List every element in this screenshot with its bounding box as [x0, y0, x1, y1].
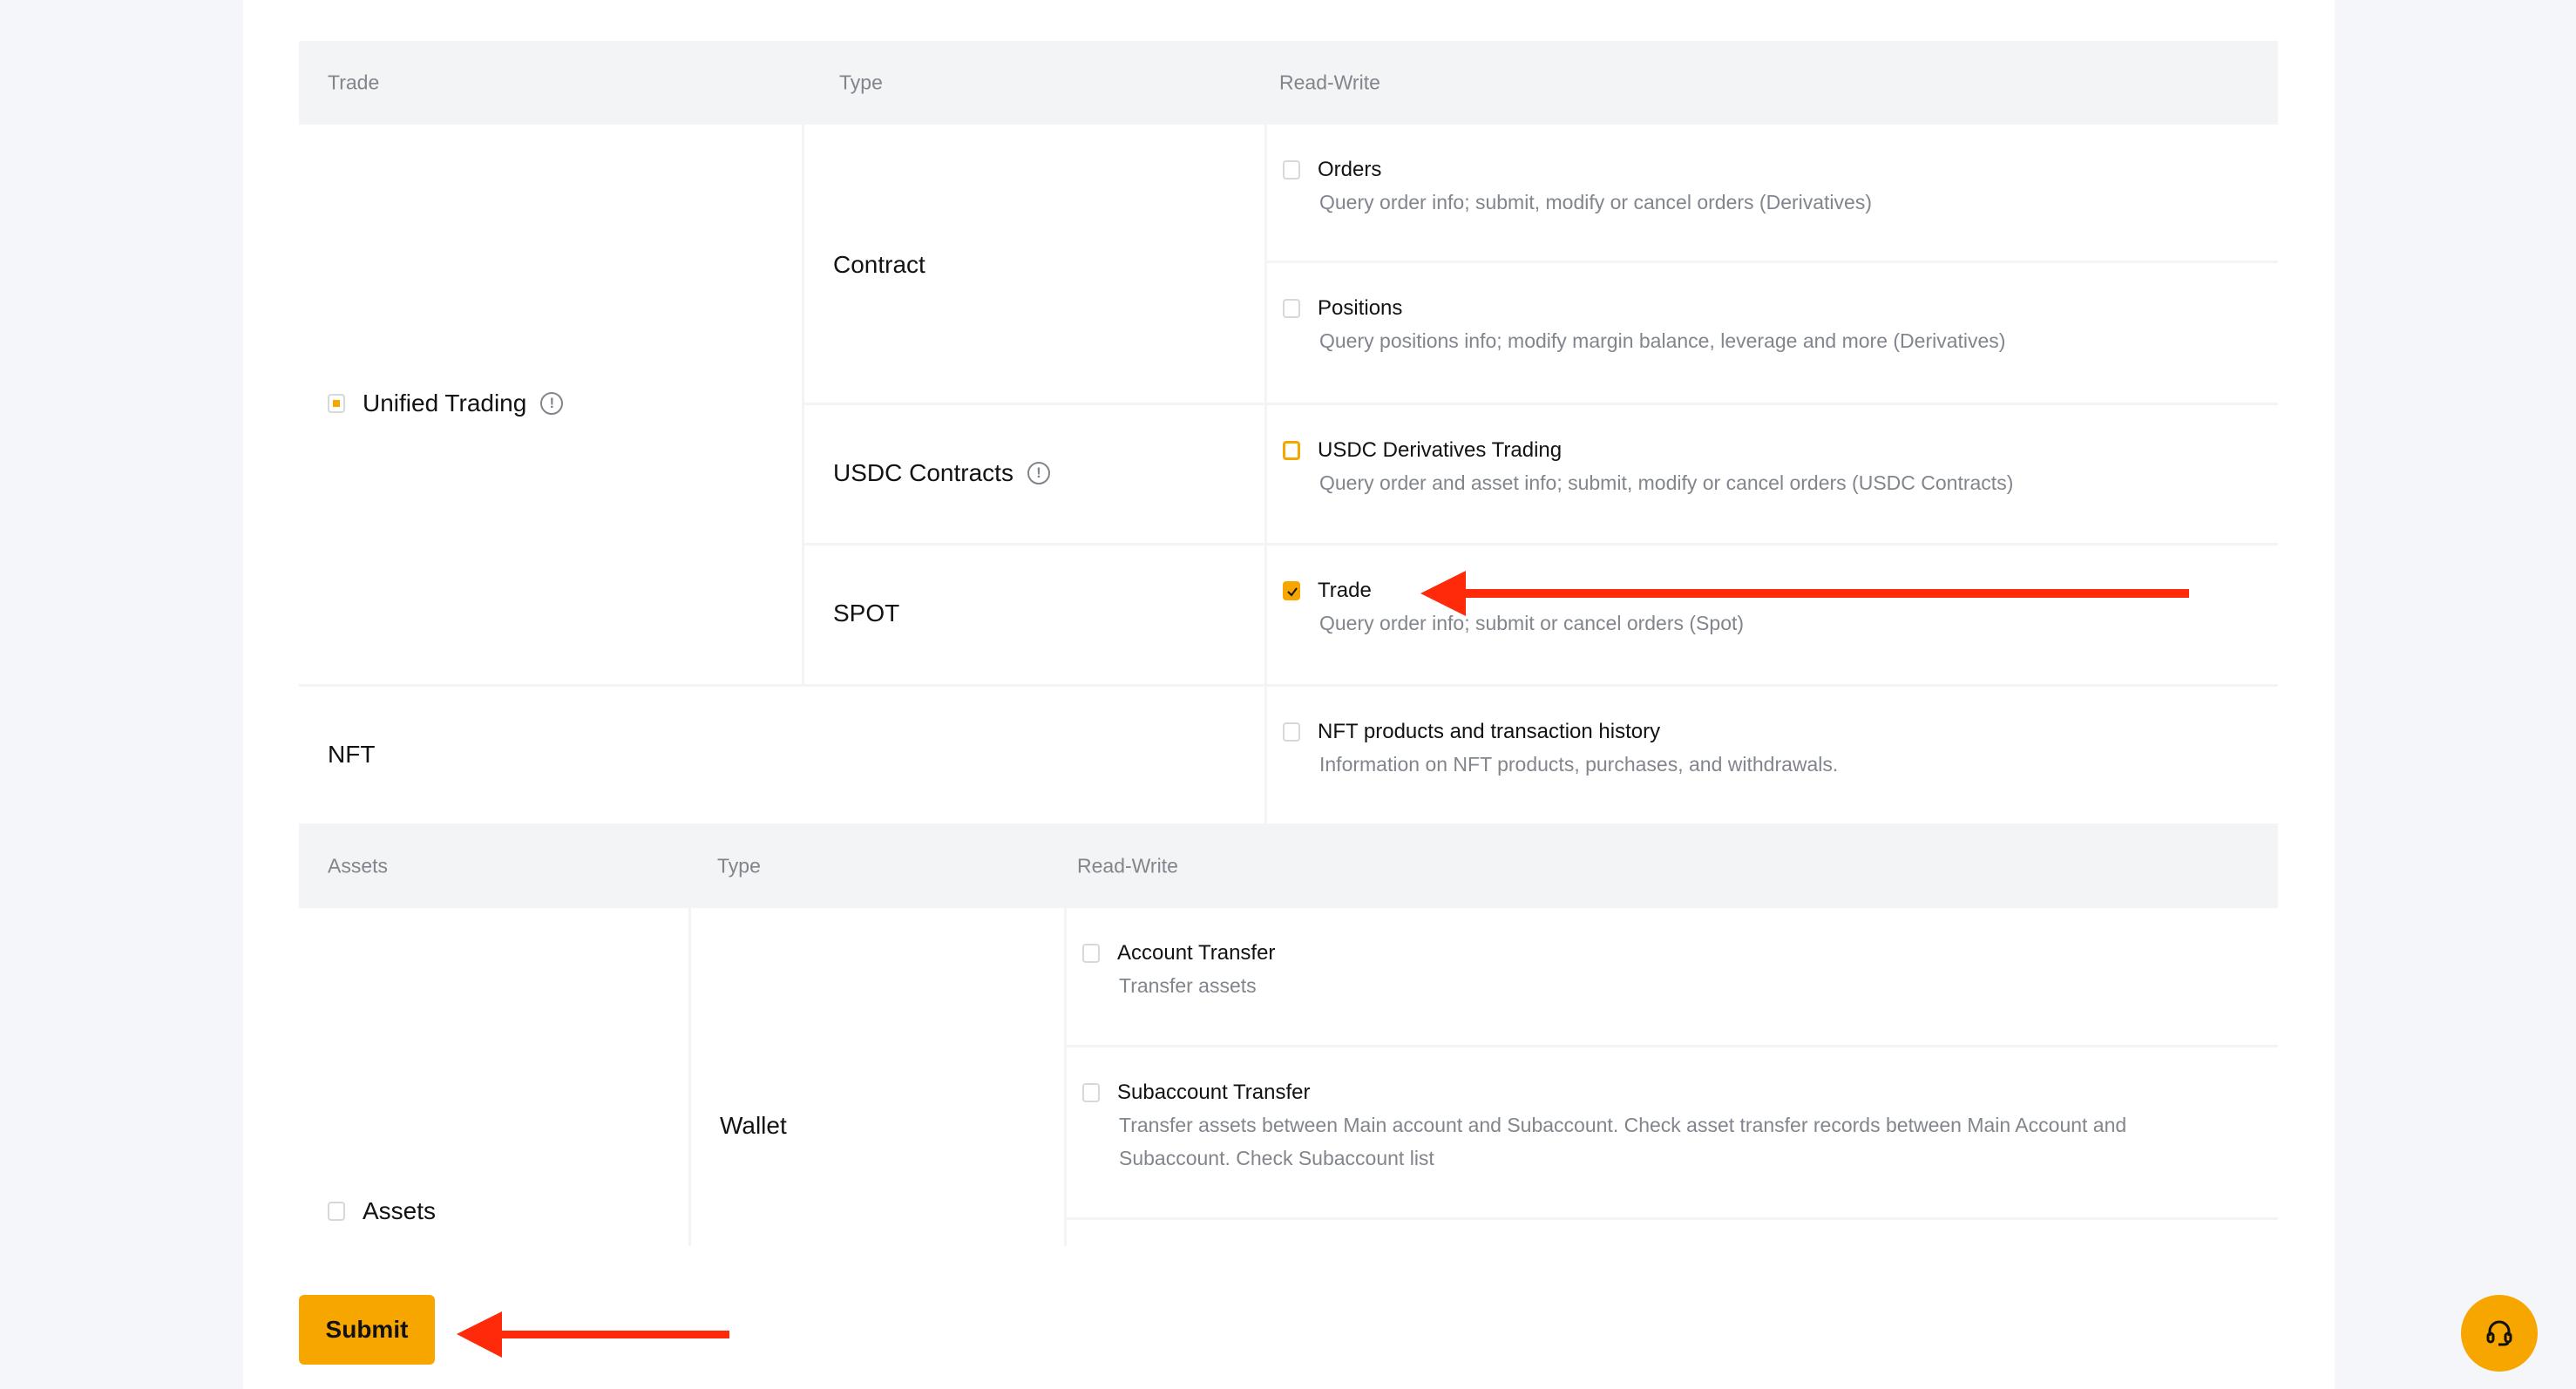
permission-title: Account Transfer — [1117, 941, 1276, 965]
permission-title: Positions — [1318, 296, 1403, 320]
header-type: Type — [839, 71, 883, 94]
positions-checkbox[interactable] — [1283, 299, 1300, 318]
submit-button[interactable]: Submit — [299, 1295, 435, 1365]
unified-trading-label: Unified Trading — [363, 390, 527, 417]
type-cell-contract: Contract — [802, 125, 1264, 405]
usdc-derivatives-checkbox[interactable] — [1283, 441, 1300, 460]
category-cell-nft: NFT — [299, 687, 1264, 823]
permission-title: Orders — [1318, 158, 1382, 181]
permission-row: Positions Query positions info; modify m… — [1264, 263, 2278, 405]
nft-checkbox[interactable] — [1283, 722, 1300, 742]
spot-trade-checkbox[interactable] — [1283, 581, 1300, 600]
subaccount-transfer-checkbox[interactable] — [1082, 1083, 1100, 1102]
assets-checkbox[interactable] — [328, 1202, 345, 1221]
permission-title: USDC Derivatives Trading — [1318, 438, 1563, 462]
support-button[interactable] — [2461, 1295, 2538, 1372]
permission-description: Information on NFT products, purchases, … — [1319, 753, 1839, 776]
type-cell-usdc: USDC Contracts ! — [802, 405, 1264, 545]
category-cell-assets: Assets — [299, 908, 688, 1246]
category-assets[interactable]: Assets — [328, 1197, 436, 1225]
account-transfer-checkbox[interactable] — [1082, 944, 1100, 963]
permission-description: Transfer assets between Main account and… — [1119, 1114, 2127, 1169]
permission-title: Subaccount Transfer — [1117, 1081, 1311, 1104]
permission-row: Subaccount Transfer Transfer assets betw… — [1064, 1047, 2278, 1220]
type-cell-wallet: Wallet — [688, 908, 1064, 1246]
permission-row: Orders Query order info; submit, modify … — [1264, 125, 2278, 263]
permission-row: Trade Query order info; submit or cancel… — [1264, 545, 2278, 687]
permission-orders[interactable]: Orders — [1283, 158, 1381, 182]
permission-row — [1064, 1220, 2278, 1246]
category-cell-unified-trading: Unified Trading ! — [299, 125, 802, 687]
permission-nft[interactable]: NFT products and transaction history — [1283, 720, 1660, 744]
orders-checkbox[interactable] — [1283, 160, 1300, 180]
permission-description: Transfer assets — [1119, 974, 1257, 997]
header-type: Type — [717, 854, 761, 877]
type-usdc-contracts-label: USDC Contracts — [833, 459, 1013, 486]
permission-description: Query positions info; modify margin bala… — [1319, 329, 2006, 352]
assets-table-header: Assets Type Read-Write — [299, 823, 2278, 908]
permission-row: Account Transfer Transfer assets — [1064, 908, 2278, 1047]
checkmark-icon — [1287, 587, 1298, 597]
api-permissions-table[interactable]: Trade Type Read-Write Unified Trading ! … — [299, 41, 2278, 1246]
category-nft: NFT — [328, 741, 376, 768]
header-assets: Assets — [328, 854, 389, 877]
type-wallet: Wallet — [720, 1112, 787, 1139]
permission-title: NFT products and transaction history — [1318, 720, 1661, 743]
trade-table-header: Trade Type Read-Write — [299, 41, 2278, 125]
type-cell-spot: SPOT — [802, 545, 1264, 687]
type-spot: SPOT — [833, 600, 900, 627]
type-usdc-contracts: USDC Contracts ! — [833, 459, 1050, 487]
permission-description: Query order and asset info; submit, modi… — [1319, 471, 2014, 494]
permission-positions[interactable]: Positions — [1283, 296, 1402, 321]
header-read-write: Read-Write — [1077, 854, 1178, 877]
permission-spot-trade[interactable]: Trade — [1283, 579, 1372, 603]
assets-label: Assets — [363, 1197, 437, 1224]
permission-description: Query order info; submit, modify or canc… — [1319, 191, 1872, 213]
permission-title: Trade — [1318, 579, 1372, 602]
permission-description: Query order info; submit or cancel order… — [1319, 612, 1745, 634]
permission-account-transfer[interactable]: Account Transfer — [1082, 941, 1275, 966]
permission-usdc-derivatives-trading[interactable]: USDC Derivatives Trading — [1283, 438, 1562, 463]
permission-subaccount-transfer[interactable]: Subaccount Transfer — [1082, 1081, 1310, 1105]
info-icon[interactable]: ! — [540, 392, 564, 415]
header-read-write: Read-Write — [1279, 71, 1380, 94]
permission-row: USDC Derivatives Trading Query order and… — [1264, 405, 2278, 545]
category-unified-trading[interactable]: Unified Trading ! — [328, 390, 564, 417]
type-contract: Contract — [833, 251, 925, 278]
headset-icon — [2486, 1320, 2512, 1346]
unified-trading-checkbox[interactable] — [328, 394, 345, 413]
info-icon[interactable]: ! — [1027, 462, 1050, 484]
permission-row: NFT products and transaction history Inf… — [1264, 687, 2278, 823]
header-trade: Trade — [328, 71, 380, 94]
